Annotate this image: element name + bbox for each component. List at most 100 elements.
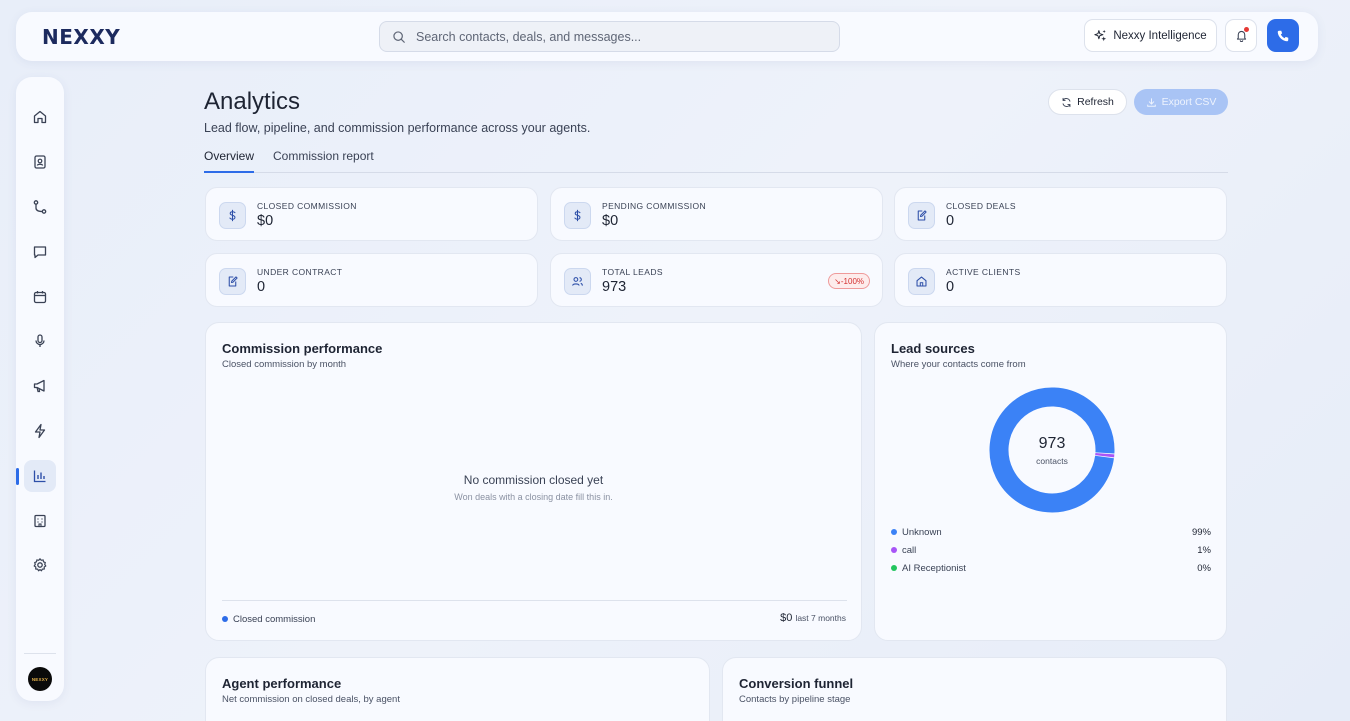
commission-total-period: last 7 months bbox=[795, 613, 846, 623]
panel-title: Agent performance bbox=[222, 676, 342, 691]
nav-messages[interactable] bbox=[24, 236, 56, 268]
sidebar: NEXXY bbox=[16, 77, 64, 701]
stat-value: 0 bbox=[946, 213, 955, 229]
document-edit-icon bbox=[219, 268, 246, 295]
divider bbox=[222, 600, 847, 601]
search-input[interactable] bbox=[416, 29, 816, 44]
panel-title: Lead sources bbox=[891, 341, 975, 356]
stat-label: PENDING COMMISSION bbox=[602, 201, 707, 211]
phone-icon bbox=[1277, 30, 1289, 41]
home-icon bbox=[33, 110, 47, 124]
stat-value: 0 bbox=[946, 279, 955, 295]
lead-source-label: call bbox=[902, 545, 917, 556]
stat-value: $0 bbox=[257, 213, 274, 229]
stat-value: 0 bbox=[257, 279, 266, 295]
panel-title: Commission performance bbox=[222, 341, 383, 356]
nav-automations[interactable] bbox=[24, 415, 56, 447]
lead-source-label: AI Receptionist bbox=[902, 563, 966, 574]
nav-home[interactable] bbox=[24, 101, 56, 133]
donut-total: 973 bbox=[1038, 434, 1066, 452]
notification-dot bbox=[1244, 27, 1249, 32]
trend-badge: ↘-100% bbox=[828, 273, 870, 289]
lead-source-label: Unknown bbox=[902, 527, 942, 538]
refresh-icon bbox=[1062, 97, 1071, 107]
agent-performance-panel: Agent performance Net commission on clos… bbox=[205, 657, 710, 721]
nav-buildings[interactable] bbox=[24, 505, 56, 537]
lead-source-percent: 1% bbox=[1197, 545, 1211, 556]
nav-voice[interactable] bbox=[24, 325, 56, 357]
lead-source-percent: 0% bbox=[1197, 563, 1211, 574]
lead-source-row: call 1% bbox=[891, 545, 1211, 557]
refresh-label: Refresh bbox=[1077, 96, 1114, 108]
house-icon bbox=[908, 268, 935, 295]
dollar-icon bbox=[219, 202, 246, 229]
page-title: Analytics bbox=[204, 88, 301, 115]
nav-analytics[interactable] bbox=[16, 460, 56, 492]
stat-card-under-contract: UNDER CONTRACT 0 bbox=[205, 253, 538, 307]
lightning-icon bbox=[34, 423, 46, 439]
phone-button[interactable] bbox=[1267, 19, 1299, 52]
stat-value: $0 bbox=[602, 213, 619, 229]
document-edit-icon bbox=[908, 202, 935, 229]
nav-settings[interactable] bbox=[24, 549, 56, 581]
stat-card-pending-commission: PENDING COMMISSION $0 bbox=[550, 187, 883, 241]
lead-source-row: AI Receptionist 0% bbox=[891, 563, 1211, 575]
nav-calendar[interactable] bbox=[24, 281, 56, 313]
nexxy-intelligence-label: Nexxy Intelligence bbox=[1113, 29, 1207, 42]
export-csv-label: Export CSV bbox=[1161, 96, 1217, 108]
microphone-icon bbox=[35, 334, 45, 347]
panel-subtitle: Contacts by pipeline stage bbox=[739, 694, 851, 705]
stat-card-total-leads: TOTAL LEADS 973 ↘-100% bbox=[550, 253, 883, 307]
empty-state-subtitle: Won deals with a closing date fill this … bbox=[454, 492, 613, 502]
panel-subtitle: Net commission on closed deals, by agent bbox=[222, 694, 400, 705]
stat-label: TOTAL LEADS bbox=[602, 267, 663, 277]
legend-dot bbox=[891, 547, 897, 554]
stat-label: CLOSED COMMISSION bbox=[257, 201, 357, 211]
stat-card-active-clients: ACTIVE CLIENTS 0 bbox=[894, 253, 1227, 307]
building-icon bbox=[34, 514, 46, 528]
conversion-funnel-panel: Conversion funnel Contacts by pipeline s… bbox=[722, 657, 1227, 721]
search-bar[interactable] bbox=[379, 21, 840, 52]
download-icon bbox=[1146, 97, 1156, 107]
export-csv-button[interactable]: Export CSV bbox=[1134, 89, 1228, 115]
pipeline-icon bbox=[33, 200, 47, 214]
nav-contacts[interactable] bbox=[24, 146, 56, 178]
nav-pipeline[interactable] bbox=[24, 191, 56, 223]
refresh-button[interactable]: Refresh bbox=[1048, 89, 1127, 115]
dollar-icon bbox=[564, 202, 591, 229]
nexxy-intelligence-button[interactable]: Nexxy Intelligence bbox=[1084, 19, 1217, 52]
panel-subtitle: Where your contacts come from bbox=[891, 359, 1026, 370]
users-icon bbox=[564, 268, 591, 295]
notifications-button[interactable] bbox=[1225, 19, 1257, 52]
tab-overview[interactable]: Overview bbox=[204, 149, 254, 173]
top-bar: NEXXY Nexxy Intelligence bbox=[16, 12, 1318, 61]
legend-dot bbox=[222, 616, 228, 623]
donut-total-label: contacts bbox=[1036, 455, 1068, 466]
empty-state-title: No commission closed yet bbox=[463, 473, 604, 487]
donut-chart: 973 contacts bbox=[989, 387, 1115, 513]
avatar[interactable]: NEXXY bbox=[28, 667, 52, 691]
legend-label: Closed commission bbox=[233, 614, 316, 625]
megaphone-icon bbox=[33, 379, 45, 393]
search-icon bbox=[393, 30, 405, 43]
lead-source-row: Unknown 99% bbox=[891, 527, 1211, 539]
commission-performance-panel: Commission performance Closed commission… bbox=[205, 322, 862, 641]
commission-total: $0 last 7 months bbox=[780, 612, 846, 624]
app-logo[interactable]: NEXXY bbox=[42, 25, 120, 49]
contacts-icon bbox=[34, 155, 46, 169]
analytics-icon bbox=[33, 470, 46, 483]
stat-card-closed-deals: CLOSED DEALS 0 bbox=[894, 187, 1227, 241]
nav-campaigns[interactable] bbox=[24, 370, 56, 402]
lead-sources-panel: Lead sources Where your contacts come fr… bbox=[874, 322, 1227, 641]
tab-commission-report[interactable]: Commission report bbox=[273, 149, 374, 173]
stat-label: UNDER CONTRACT bbox=[257, 267, 343, 277]
messages-icon bbox=[33, 246, 47, 259]
legend-dot bbox=[891, 529, 897, 536]
calendar-icon bbox=[33, 291, 47, 304]
panel-subtitle: Closed commission by month bbox=[222, 359, 347, 370]
sidebar-divider bbox=[24, 653, 56, 654]
commission-total-value: $0 bbox=[780, 612, 793, 624]
stat-card-closed-commission: CLOSED COMMISSION $0 bbox=[205, 187, 538, 241]
tab-bar: Overview Commission report bbox=[204, 149, 1228, 173]
settings-icon bbox=[33, 558, 47, 572]
